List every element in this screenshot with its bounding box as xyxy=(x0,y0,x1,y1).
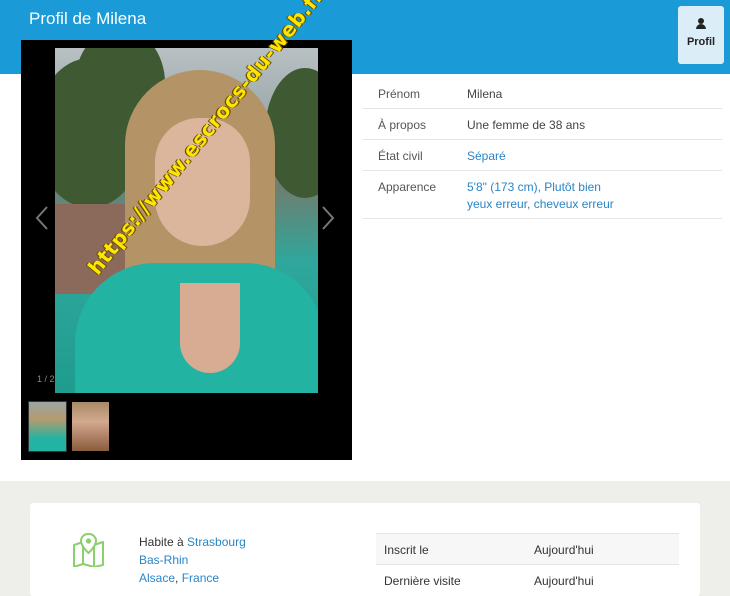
detail-label: À propos xyxy=(378,118,427,132)
location-line-country: Alsace, France xyxy=(139,569,246,587)
location-block: Habite à Strasbourg Bas-Rhin Alsace, Fra… xyxy=(139,533,246,587)
photo-gallery: https://www.escrocs-du-web.fr 1 / 2 xyxy=(21,0,352,460)
main-profile-photo[interactable] xyxy=(55,48,318,393)
location-line-city: Habite à Strasbourg xyxy=(139,533,246,551)
detail-value: Milena xyxy=(467,87,503,101)
detail-value-link[interactable]: Séparé xyxy=(467,148,506,165)
detail-label: Prénom xyxy=(378,87,421,101)
photo-counter: 1 / 2 xyxy=(37,374,55,384)
chevron-left-icon[interactable] xyxy=(33,205,51,231)
location-prefix: Habite à xyxy=(139,535,184,549)
detail-value-link[interactable]: yeux erreur, cheveux erreur xyxy=(467,196,614,213)
area-link[interactable]: Alsace xyxy=(139,571,175,585)
stat-value: Aujourd'hui xyxy=(534,574,594,588)
stat-row-registered: Inscrit le Aujourd'hui xyxy=(376,533,679,564)
detail-row-prenom: Prénom Milena xyxy=(363,78,722,109)
detail-label: État civil xyxy=(378,149,423,163)
profile-tab-button[interactable]: Profil xyxy=(678,6,724,64)
location-separator: , xyxy=(175,571,179,585)
detail-value-link[interactable]: 5'8" (173 cm), Plutôt bien xyxy=(467,179,601,196)
page-title: Profil de Milena xyxy=(29,9,147,28)
stat-value: Aujourd'hui xyxy=(534,543,594,557)
stat-label: Inscrit le xyxy=(384,543,429,557)
profile-tab-label: Profil xyxy=(686,36,716,48)
stat-row-last-visit: Dernière visite Aujourd'hui xyxy=(376,564,679,595)
city-link[interactable]: Strasbourg xyxy=(187,535,246,549)
region-link[interactable]: Bas-Rhin xyxy=(139,553,188,567)
stat-label: Dernière visite xyxy=(384,574,461,588)
photo-thumbnail-1[interactable] xyxy=(28,401,67,452)
detail-value: Une femme de 38 ans xyxy=(467,118,586,132)
detail-row-etat-civil: État civil Séparé xyxy=(363,140,722,171)
detail-row-a-propos: À propos Une femme de 38 ans xyxy=(363,109,722,140)
photo-thumbnail-2[interactable] xyxy=(72,402,109,451)
user-icon xyxy=(696,18,706,30)
membership-stats-table: Inscrit le Aujourd'hui Dernière visite A… xyxy=(376,533,679,595)
profile-details-table: Prénom Milena À propos Une femme de 38 a… xyxy=(363,78,722,219)
country-link[interactable]: France xyxy=(182,571,219,585)
detail-row-apparence: Apparence 5'8" (173 cm), Plutôt bien yeu… xyxy=(363,171,722,219)
detail-label: Apparence xyxy=(378,180,437,194)
map-icon xyxy=(72,532,105,568)
chevron-right-icon[interactable] xyxy=(319,205,337,231)
